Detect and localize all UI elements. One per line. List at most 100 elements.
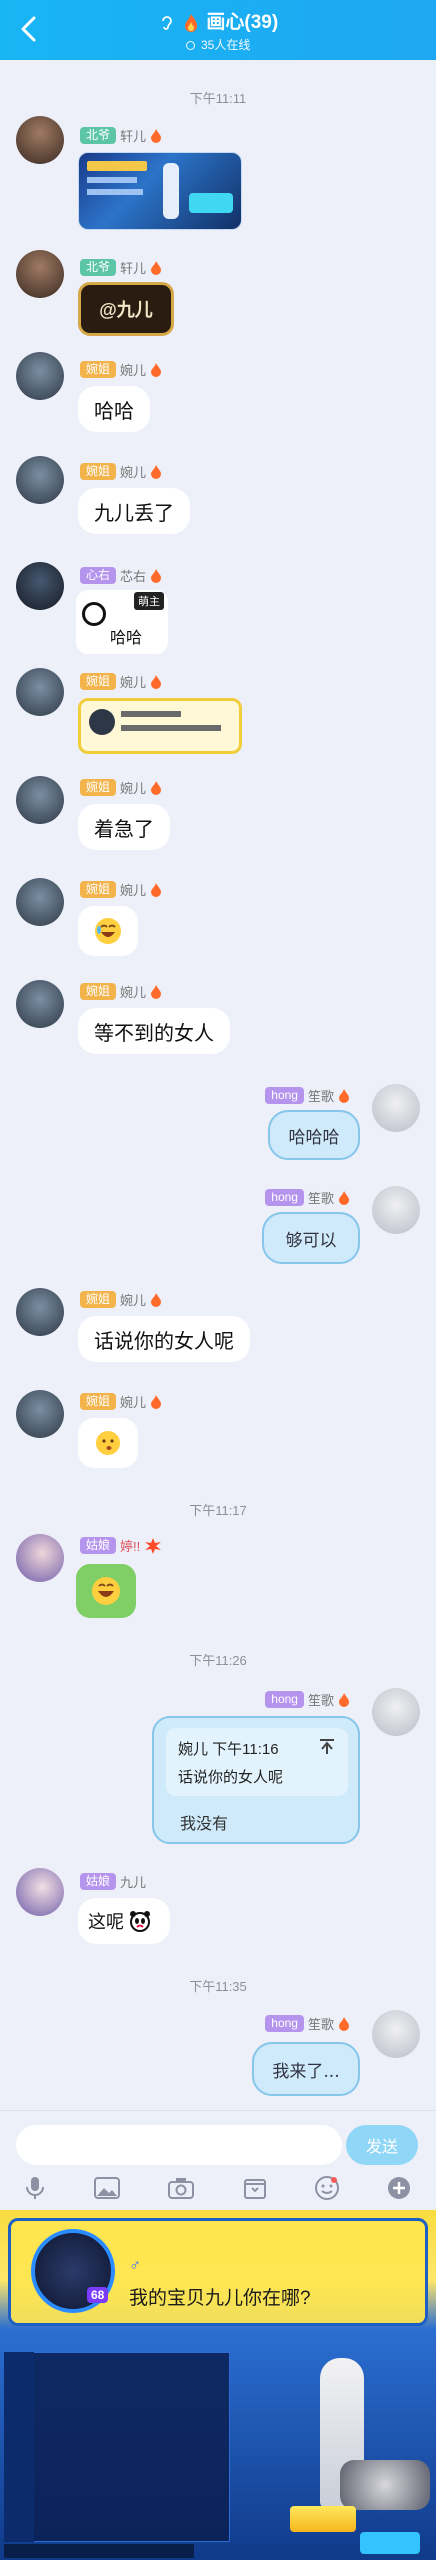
sender-line: 北爷 轩儿: [80, 126, 162, 145]
avatar[interactable]: [16, 668, 64, 716]
text-bubble[interactable]: 哈哈: [78, 386, 150, 432]
message-text: 这呢: [88, 1912, 124, 1933]
send-button[interactable]: 发送: [346, 2125, 418, 2165]
member-badge: 姑娘: [80, 1537, 117, 1554]
chat-title-row[interactable]: 画心(39): [0, 7, 436, 34]
avatar[interactable]: [16, 1288, 64, 1336]
sender-name: 芯右: [120, 569, 147, 584]
gift-button[interactable]: [240, 2173, 270, 2203]
chat-input-bar[interactable]: [4, 2544, 194, 2558]
member-badge: 心右: [80, 567, 117, 584]
member-badge: 婉姐: [80, 983, 117, 1000]
emoji-message[interactable]: [78, 906, 138, 956]
placeholder-line: [121, 711, 181, 717]
art-bubble[interactable]: 我来了...: [252, 2042, 360, 2096]
sender-line: 婉姐 婉儿: [80, 1392, 162, 1411]
laughing-emoji-icon: [95, 918, 121, 944]
online-count: 35人在线: [0, 36, 436, 53]
sender-name: 婉儿: [120, 781, 147, 796]
avatar[interactable]: [16, 352, 64, 400]
ready-button[interactable]: [290, 2506, 356, 2532]
avatar[interactable]: [16, 456, 64, 504]
mention-sticker[interactable]: @九儿: [78, 282, 174, 336]
confirm-button[interactable]: [360, 2532, 420, 2554]
camera-icon: [168, 2178, 194, 2199]
placeholder-line: [121, 725, 221, 731]
member-badge: 婉姐: [80, 881, 117, 898]
emoji-message[interactable]: [76, 1564, 136, 1618]
quoted-message[interactable]: 婉儿 下午11:16 话说你的女人呢: [166, 1728, 348, 1796]
image-message[interactable]: [78, 698, 242, 754]
emoji-button[interactable]: [312, 2173, 342, 2203]
sender-name: 笙歌: [307, 2017, 334, 2032]
fire-icon: [339, 2016, 349, 2031]
avatar[interactable]: [372, 1084, 420, 1132]
fire-icon: [151, 674, 162, 689]
avatar[interactable]: [372, 1186, 420, 1234]
member-badge: 北爷: [80, 259, 117, 276]
text-bubble[interactable]: 这呢: [78, 1898, 170, 1944]
avatar[interactable]: [16, 878, 64, 926]
emoji-message[interactable]: [78, 1418, 138, 1468]
sender-name: 婉儿: [120, 985, 147, 1000]
sender-line: 北爷 轩儿: [80, 258, 162, 277]
fire-icon: [151, 1292, 162, 1307]
sender-line: hong 笙歌: [265, 2014, 350, 2033]
avatar[interactable]: [16, 116, 64, 164]
member-badge: 婉姐: [80, 673, 117, 690]
avatar[interactable]: [16, 776, 64, 824]
sender-line: 婉姐 婉儿: [80, 360, 162, 379]
art-bubble[interactable]: 哈哈哈: [268, 1110, 360, 1160]
fire-icon: [151, 882, 162, 897]
text-bubble[interactable]: 着急了: [78, 804, 170, 850]
timestamp: 下午11:17: [189, 1503, 247, 1518]
more-button[interactable]: [384, 2173, 414, 2203]
voice-button[interactable]: [20, 2173, 50, 2203]
message-input[interactable]: [16, 2125, 342, 2165]
avatar[interactable]: [16, 1390, 64, 1438]
sender-line: 婉姐 婉儿: [80, 982, 162, 1001]
avatar[interactable]: [16, 1868, 64, 1916]
quote-header: 婉儿 下午11:16: [178, 1741, 279, 1758]
text-bubble[interactable]: 话说你的女人呢: [78, 1316, 250, 1362]
member-badge: hong: [265, 1189, 304, 1206]
camera-button[interactable]: [166, 2173, 196, 2203]
avatar[interactable]: [372, 1688, 420, 1736]
sender-line: 婉姐 婉儿: [80, 672, 162, 691]
image-message[interactable]: [78, 152, 242, 230]
avatar[interactable]: [16, 562, 64, 610]
text-bubble[interactable]: 等不到的女人: [78, 1008, 230, 1054]
art-bubble[interactable]: 够可以: [262, 1212, 360, 1264]
sender-name: 婉儿: [120, 465, 147, 480]
jump-to-top-icon[interactable]: [318, 1738, 336, 1756]
online-count-text: 35人在线: [200, 38, 251, 52]
online-dot-icon: [185, 41, 195, 50]
reply-text: 我没有: [180, 1814, 229, 1833]
sender-line: 心右 芯右: [80, 566, 162, 585]
sender-line: 婉姐 婉儿: [80, 880, 162, 899]
photo-button[interactable]: [92, 2173, 122, 2203]
panda-face-icon: [82, 602, 106, 626]
shy-emoji-icon: [96, 1431, 120, 1455]
sticker-text: @九儿: [99, 300, 153, 320]
avatar[interactable]: [16, 980, 64, 1028]
reply-bubble[interactable]: 婉儿 下午11:16 话说你的女人呢 我没有: [152, 1716, 360, 1844]
panda-sticker[interactable]: 萌主 哈哈: [76, 590, 168, 654]
fire-icon: [151, 260, 162, 275]
image-icon: [94, 2177, 120, 2199]
text-bubble[interactable]: 九儿丢了: [78, 488, 190, 534]
sender-name: 婉儿: [120, 675, 147, 690]
message-list[interactable]: 下午11:11 北爷 轩儿 北爷 轩儿 @九儿 婉姐 婉儿 哈哈 婉姐 婉儿 九…: [0, 60, 436, 2110]
kart-vehicle: [340, 2460, 430, 2510]
emoji-face-icon: [315, 2176, 339, 2200]
gender-male-icon: ♂: [129, 2257, 141, 2274]
avatar[interactable]: [16, 250, 64, 298]
avatar[interactable]: [372, 2010, 420, 2058]
game-status-text: 我的宝贝九儿你在哪?: [129, 2288, 311, 2309]
sender-name: 笙歌: [307, 1693, 334, 1708]
member-badge: 姑娘: [80, 1873, 117, 1890]
avatar[interactable]: [16, 1534, 64, 1582]
sender-name: 婷!!: [120, 1539, 141, 1554]
sender-line: 姑娘 婷!!: [80, 1536, 162, 1555]
game-screenshot-image: [87, 161, 147, 171]
